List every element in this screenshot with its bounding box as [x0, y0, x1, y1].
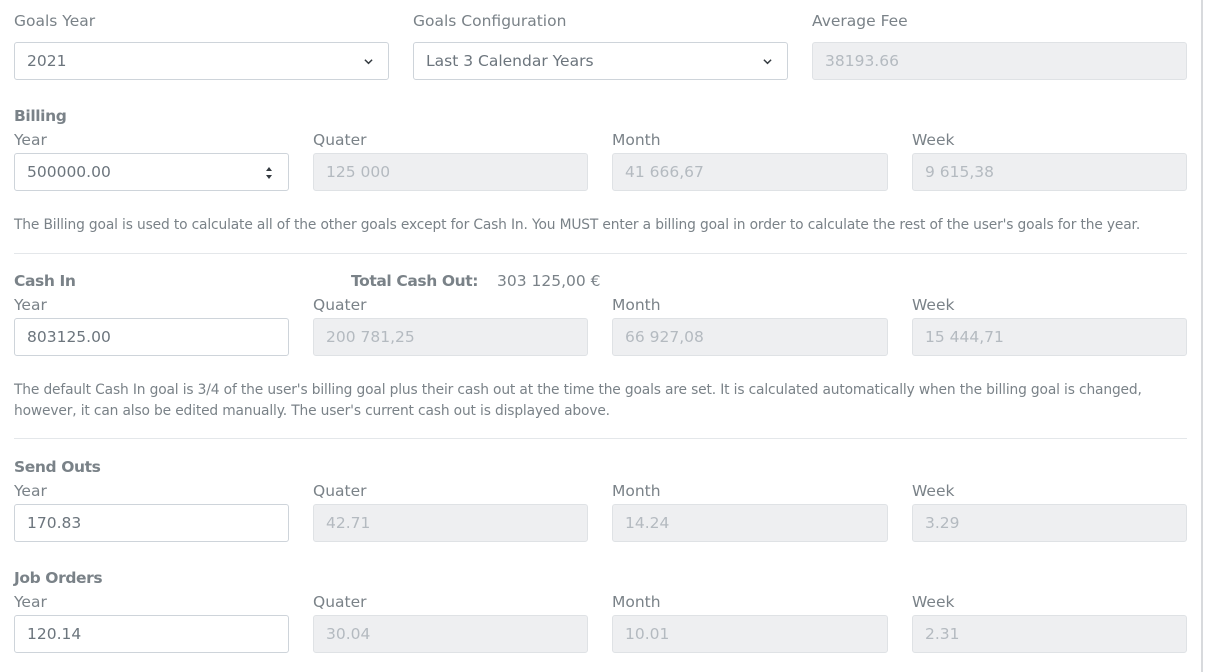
scrollbar[interactable] [1201, 0, 1203, 672]
cash-in-week-label: Week [912, 296, 955, 314]
cash-in-week-field: 15 444,71 [912, 318, 1187, 356]
send-outs-section-title: Send Outs [14, 458, 101, 476]
total-cash-out-value: 303 125,00 € [497, 272, 601, 290]
goals-configuration-select[interactable]: Last 3 Calendar Years [413, 42, 788, 80]
cash-in-month-label: Month [612, 296, 661, 314]
cash-in-help-line-1: The default Cash In goal is 3/4 of the u… [14, 382, 1142, 398]
average-fee-label: Average Fee [812, 12, 908, 30]
billing-week-label: Week [912, 131, 955, 149]
billing-year-value: 500000.00 [27, 163, 111, 181]
billing-month-label: Month [612, 131, 661, 149]
billing-quarter-label: Quater [313, 131, 367, 149]
job-orders-week-label: Week [912, 593, 955, 611]
chevron-down-icon [364, 59, 373, 65]
billing-month-field: 41 666,67 [612, 153, 888, 191]
billing-help-text: The Billing goal is used to calculate al… [14, 217, 1141, 233]
cash-in-year-label: Year [14, 296, 47, 314]
billing-year-input[interactable]: 500000.00 [14, 153, 289, 191]
job-orders-quarter-field: 30.04 [313, 615, 588, 653]
divider [14, 438, 1187, 439]
job-orders-section-title: Job Orders [14, 569, 103, 587]
divider [14, 253, 1187, 254]
cash-in-help-line-2: however, it can also be edited manually.… [14, 403, 610, 419]
cash-in-section-title: Cash In [14, 272, 76, 290]
goals-configuration-label: Goals Configuration [413, 12, 567, 30]
billing-week-field: 9 615,38 [912, 153, 1187, 191]
job-orders-year-input[interactable]: 120.14 [14, 615, 289, 653]
job-orders-month-field: 10.01 [612, 615, 888, 653]
job-orders-quarter-label: Quater [313, 593, 367, 611]
send-outs-month-field: 14.24 [612, 504, 888, 542]
goals-year-select[interactable]: 2021 [14, 42, 389, 80]
billing-quarter-field: 125 000 [313, 153, 588, 191]
billing-section-title: Billing [14, 107, 67, 125]
send-outs-week-field: 3.29 [912, 504, 1187, 542]
send-outs-year-input[interactable]: 170.83 [14, 504, 289, 542]
job-orders-month-label: Month [612, 593, 661, 611]
goals-configuration-value: Last 3 Calendar Years [426, 52, 594, 70]
cash-in-quarter-field: 200 781,25 [313, 318, 588, 356]
job-orders-week-field: 2.31 [912, 615, 1187, 653]
goals-year-label: Goals Year [14, 12, 96, 30]
job-orders-year-label: Year [14, 593, 47, 611]
send-outs-quarter-label: Quater [313, 482, 367, 500]
cash-in-month-field: 66 927,08 [612, 318, 888, 356]
chevron-down-icon [763, 59, 772, 65]
send-outs-year-label: Year [14, 482, 47, 500]
total-cash-out-label: Total Cash Out: [351, 272, 479, 290]
send-outs-month-label: Month [612, 482, 661, 500]
send-outs-quarter-field: 42.71 [313, 504, 588, 542]
send-outs-week-label: Week [912, 482, 955, 500]
cash-in-year-input[interactable]: 803125.00 [14, 318, 289, 356]
cash-in-quarter-label: Quater [313, 296, 367, 314]
average-fee-field: 38193.66 [812, 42, 1187, 80]
spinner-icon[interactable] [264, 164, 274, 182]
goals-year-value: 2021 [27, 52, 67, 70]
billing-year-label: Year [14, 131, 47, 149]
